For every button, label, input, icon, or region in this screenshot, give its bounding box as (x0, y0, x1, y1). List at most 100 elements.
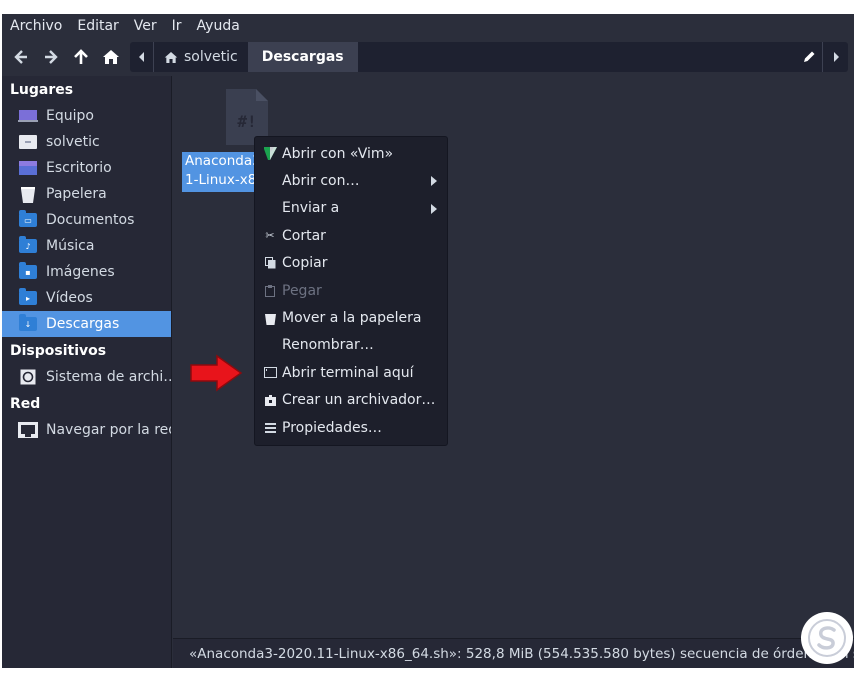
path-scroll-right-button[interactable] (822, 42, 848, 72)
menu-item-abrir-con-vim[interactable]: Abrir con «Vim» (255, 140, 447, 167)
menubar: Archivo Editar Ver Ir Ayuda (2, 14, 854, 38)
home-icon (103, 50, 119, 64)
submenu-arrow-icon (431, 176, 437, 187)
sidebar-section-lugares: Lugares (10, 81, 74, 98)
downloads-folder-icon: ↓ (18, 314, 38, 332)
menu-item-label: Cortar (282, 227, 326, 244)
menu-item-label: Mover a la papelera (282, 310, 422, 327)
menu-item-label: Renombrar… (282, 337, 374, 354)
path-tools (796, 42, 848, 72)
path-bar: solvetic Descargas (130, 42, 848, 72)
menu-item-enviar-a[interactable]: Enviar a (255, 195, 447, 222)
sidebar-item-navegar-red[interactable]: Navegar por la red (2, 417, 171, 443)
chevron-right-icon (833, 52, 839, 62)
arrow-left-icon (14, 50, 27, 64)
sidebar-item-label: Descargas (46, 316, 120, 332)
pictures-folder-icon: ▪ (18, 262, 38, 280)
sidebar-item-solvetic[interactable]: solvetic (2, 129, 171, 155)
menu-archivo[interactable]: Archivo (10, 18, 62, 34)
menu-ir[interactable]: Ir (172, 18, 182, 34)
blank-icon-slot (263, 201, 277, 215)
sidebar-section-dispositivos: Dispositivos (10, 342, 107, 359)
file-name-line2: 1-Linux-x86_64.sh (185, 172, 258, 188)
menu-item-label: Enviar a (282, 200, 340, 217)
forward-button[interactable] (36, 42, 66, 72)
sidebar-item-label: Escritorio (46, 160, 112, 176)
drive-icon (18, 369, 38, 385)
menu-item-pegar[interactable]: Pegar (255, 277, 447, 304)
menu-item-propiedades[interactable]: Propiedades… (255, 414, 447, 441)
sidebar-item-label: Documentos (46, 212, 135, 228)
menu-editar[interactable]: Editar (77, 18, 118, 34)
scissors-icon: ✂ (265, 229, 275, 243)
sidebar-item-descargas[interactable]: ↓ Descargas (2, 311, 171, 337)
desktop-icon (18, 160, 38, 176)
sidebar-item-papelera[interactable]: Papelera (2, 181, 171, 207)
menu-item-crear-archivador[interactable]: Crear un archivador… (255, 387, 447, 414)
sidebar-item-label: Vídeos (46, 290, 93, 306)
home-folder-icon (18, 134, 38, 150)
sidebar-item-documentos[interactable]: ▭ Documentos (2, 207, 171, 233)
path-scroll-left-button[interactable] (130, 42, 154, 72)
arrow-up-icon (74, 49, 88, 64)
file-name-label[interactable]: Anaconda3-2020.11- 1-Linux-x86_64.sh (182, 152, 258, 192)
sidebar-section-red: Red (10, 395, 41, 412)
red-arrow-annotation (190, 354, 243, 392)
crumb-solvetic[interactable]: solvetic (154, 42, 248, 72)
menu-item-label: Abrir terminal aquí (282, 364, 414, 381)
status-text: «Anaconda3-2020.11-Linux-x86_64.sh»: 528… (189, 645, 854, 662)
svg-text:#!: #! (237, 112, 256, 131)
menu-item-renombrar[interactable]: Renombrar… (255, 332, 447, 359)
menu-ver[interactable]: Ver (134, 18, 157, 34)
status-bar: «Anaconda3-2020.11-Linux-x86_64.sh»: 528… (173, 638, 854, 668)
back-button[interactable] (6, 42, 36, 72)
edit-location-button[interactable] (796, 42, 822, 72)
sidebar-item-label: Sistema de archi… (46, 369, 171, 385)
sidebar-item-videos[interactable]: ▸ Vídeos (2, 285, 171, 311)
context-menu: Abrir con «Vim» Abrir con… Enviar a ✂ Co… (254, 136, 448, 446)
menu-item-label: Copiar (282, 255, 328, 272)
terminal-icon (263, 366, 277, 380)
home-button[interactable] (96, 42, 126, 72)
sidebar-item-sistema-de-archivos[interactable]: Sistema de archi… (2, 364, 171, 390)
crumb-descargas[interactable]: Descargas (247, 42, 358, 72)
sidebar-item-label: Navegar por la red (46, 422, 171, 438)
videos-folder-icon: ▸ (18, 288, 38, 306)
sidebar-item-label: Equipo (46, 108, 94, 124)
chevron-left-icon (138, 52, 144, 62)
computer-icon (18, 108, 38, 124)
menu-ayuda[interactable]: Ayuda (197, 18, 240, 34)
submenu-arrow-icon (431, 203, 437, 214)
menu-item-label: Crear un archivador… (282, 392, 436, 409)
copy-icon (263, 256, 277, 270)
toolbar: solvetic Descargas (2, 40, 854, 74)
sidebar-item-escritorio[interactable]: Escritorio (2, 155, 171, 181)
menu-item-copiar[interactable]: Copiar (255, 250, 447, 277)
sidebar-item-label: solvetic (46, 134, 100, 150)
sidebar-item-label: Imágenes (46, 264, 115, 280)
trash-icon (263, 311, 277, 325)
network-icon (18, 422, 38, 438)
menu-item-label: Propiedades… (282, 419, 382, 436)
up-button[interactable] (66, 42, 96, 72)
documents-folder-icon: ▭ (18, 210, 38, 228)
properties-icon (263, 421, 277, 435)
menu-item-label: Abrir con «Vim» (282, 145, 394, 162)
blank-icon-slot (263, 174, 277, 188)
menu-item-mover-papelera[interactable]: Mover a la papelera (255, 304, 447, 331)
menu-item-abrir-con[interactable]: Abrir con… (255, 167, 447, 194)
sidebar-item-musica[interactable]: ♪ Música (2, 233, 171, 259)
menu-item-cortar[interactable]: ✂ Cortar (255, 222, 447, 249)
paste-icon (263, 284, 277, 298)
home-icon (164, 51, 178, 63)
trash-icon (18, 186, 38, 203)
menu-item-abrir-terminal[interactable]: Abrir terminal aquí (255, 359, 447, 386)
vim-icon (263, 147, 277, 161)
menu-item-label: Pegar (282, 282, 322, 299)
sidebar-item-label: Música (46, 238, 95, 254)
pencil-icon (804, 51, 815, 62)
sidebar-item-equipo[interactable]: Equipo (2, 103, 171, 129)
sidebar: Lugares Equipo solvetic Escritorio Papel… (2, 76, 172, 668)
sidebar-item-imagenes[interactable]: ▪ Imágenes (2, 259, 171, 285)
sidebar-item-label: Papelera (46, 186, 107, 202)
